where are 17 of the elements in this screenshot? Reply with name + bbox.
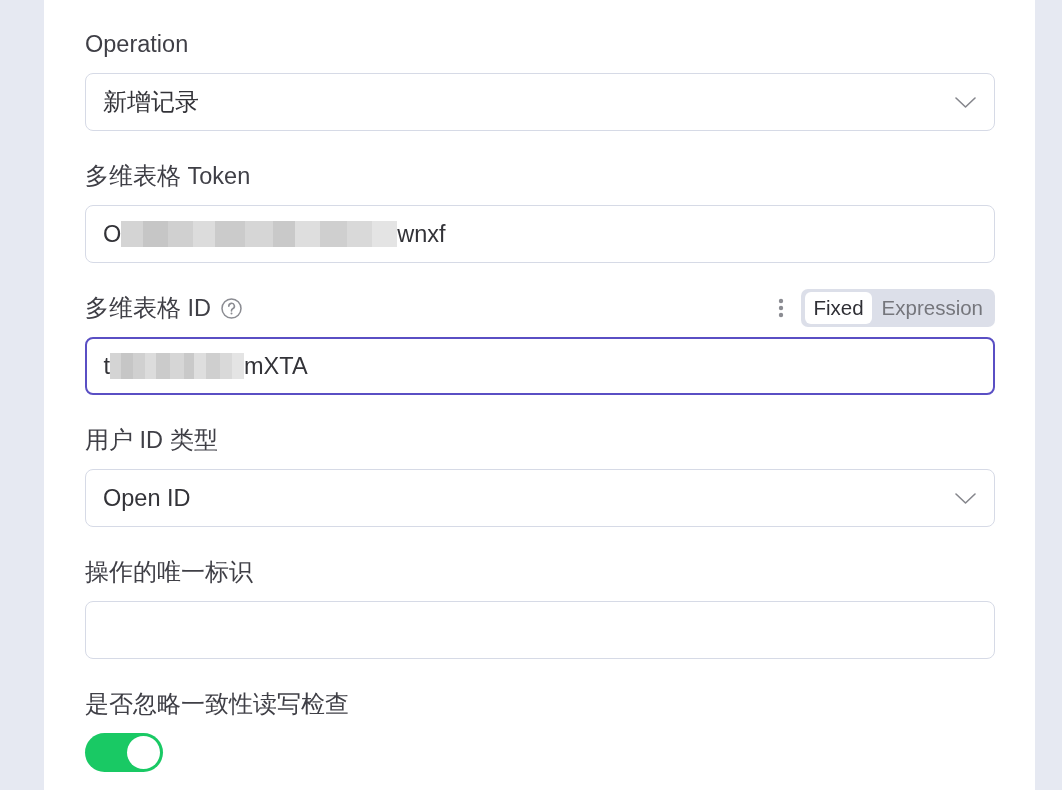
toggle-switch[interactable] xyxy=(85,733,163,772)
field-label: 操作的唯一标识 xyxy=(85,558,253,587)
text-field[interactable] xyxy=(85,601,995,659)
select-field[interactable]: 新增记录 xyxy=(85,73,995,131)
text-field[interactable]: O wnxf xyxy=(85,205,995,263)
field-label: 用户 ID 类型 xyxy=(85,426,218,455)
chevron-down-icon xyxy=(955,492,976,504)
chevron-down-icon xyxy=(955,96,976,108)
field-label: 多维表格 Token xyxy=(85,162,251,191)
field-label: 是否忽略一致性读写检查 xyxy=(85,690,349,719)
field-label: Operation xyxy=(85,30,189,59)
kebab-menu-icon[interactable] xyxy=(778,298,785,318)
help-icon[interactable] xyxy=(221,297,243,319)
field-label: 多维表格 ID xyxy=(85,294,212,323)
mode-tab[interactable]: Fixed xyxy=(805,292,872,324)
select-field[interactable]: Open ID xyxy=(85,469,995,527)
text-field[interactable]: t mXTA xyxy=(85,337,995,395)
